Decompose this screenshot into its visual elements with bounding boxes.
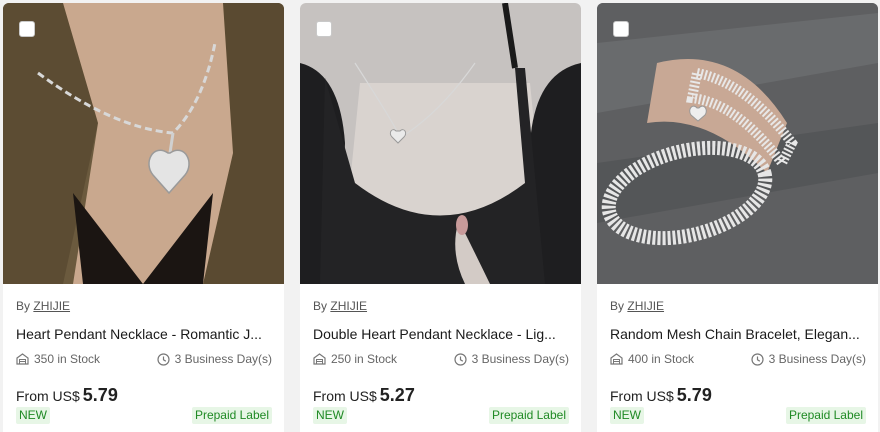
badges: NEW Prepaid Label: [610, 407, 866, 424]
heart-pendant-necklace-photo: [3, 3, 284, 284]
product-grid: By ZHIJIE Heart Pendant Necklace - Roman…: [0, 0, 880, 432]
price-amount: 5.27: [379, 385, 415, 405]
product-image[interactable]: [3, 3, 284, 284]
new-badge: NEW: [610, 407, 644, 424]
seller-line: By ZHIJIE: [313, 298, 569, 314]
prepaid-label-badge: Prepaid Label: [488, 407, 569, 424]
badges: NEW Prepaid Label: [16, 407, 272, 424]
new-badge: NEW: [313, 407, 347, 424]
shipping-time: 3 Business Day(s): [174, 352, 272, 366]
prepaid-label-badge: Prepaid Label: [785, 407, 866, 424]
by-label: By: [16, 299, 31, 313]
price-prefix: From US$: [16, 388, 80, 404]
seller-link[interactable]: ZHIJIE: [330, 299, 367, 313]
seller-line: By ZHIJIE: [16, 298, 272, 314]
by-label: By: [610, 299, 625, 313]
shipping-info: 3 Business Day(s): [751, 351, 866, 367]
price-prefix: From US$: [313, 388, 377, 404]
price: From US$ 5.79: [610, 384, 866, 406]
product-title[interactable]: Double Heart Pendant Necklace - Lig...: [313, 325, 569, 343]
product-meta: 350 in Stock 3 Business Day(s): [16, 351, 272, 367]
product-title[interactable]: Heart Pendant Necklace - Romantic J...: [16, 325, 272, 343]
stock-count: 350 in Stock: [34, 352, 101, 366]
stock-count: 400 in Stock: [628, 352, 695, 366]
seller-link[interactable]: ZHIJIE: [627, 299, 664, 313]
seller-line: By ZHIJIE: [610, 298, 866, 314]
select-checkbox[interactable]: [316, 21, 332, 37]
product-meta: 250 in Stock 3 Business Day(s): [313, 351, 569, 367]
seller-link[interactable]: ZHIJIE: [33, 299, 70, 313]
by-label: By: [313, 299, 328, 313]
product-image[interactable]: [300, 3, 581, 284]
clock-icon: [454, 352, 467, 366]
stock-info: 250 in Stock: [313, 351, 397, 367]
product-image[interactable]: [597, 3, 878, 284]
price: From US$ 5.79: [16, 384, 272, 406]
price-amount: 5.79: [676, 385, 712, 405]
mesh-chain-bracelet-photo: [597, 3, 878, 284]
shipping-info: 3 Business Day(s): [157, 351, 272, 367]
select-checkbox[interactable]: [19, 21, 35, 37]
price-amount: 5.79: [82, 385, 118, 405]
stock-info: 400 in Stock: [610, 351, 694, 367]
stock-info: 350 in Stock: [16, 351, 100, 367]
new-badge: NEW: [16, 407, 50, 424]
product-meta: 400 in Stock 3 Business Day(s): [610, 351, 866, 367]
double-heart-necklace-photo: [300, 3, 581, 284]
clock-icon: [157, 352, 170, 366]
product-title[interactable]: Random Mesh Chain Bracelet, Elegan...: [610, 325, 866, 343]
warehouse-icon: [16, 353, 29, 365]
warehouse-icon: [610, 353, 623, 365]
warehouse-icon: [313, 353, 326, 365]
shipping-time: 3 Business Day(s): [471, 352, 569, 366]
price: From US$ 5.27: [313, 384, 569, 406]
shipping-info: 3 Business Day(s): [454, 351, 569, 367]
badges: NEW Prepaid Label: [313, 407, 569, 424]
shipping-time: 3 Business Day(s): [768, 352, 866, 366]
stock-count: 250 in Stock: [331, 352, 398, 366]
price-prefix: From US$: [610, 388, 674, 404]
product-card[interactable]: By ZHIJIE Double Heart Pendant Necklace …: [300, 3, 581, 432]
prepaid-label-badge: Prepaid Label: [191, 407, 272, 424]
clock-icon: [751, 352, 764, 366]
product-card[interactable]: By ZHIJIE Heart Pendant Necklace - Roman…: [3, 3, 284, 432]
product-card[interactable]: By ZHIJIE Random Mesh Chain Bracelet, El…: [597, 3, 878, 432]
select-checkbox[interactable]: [613, 21, 629, 37]
